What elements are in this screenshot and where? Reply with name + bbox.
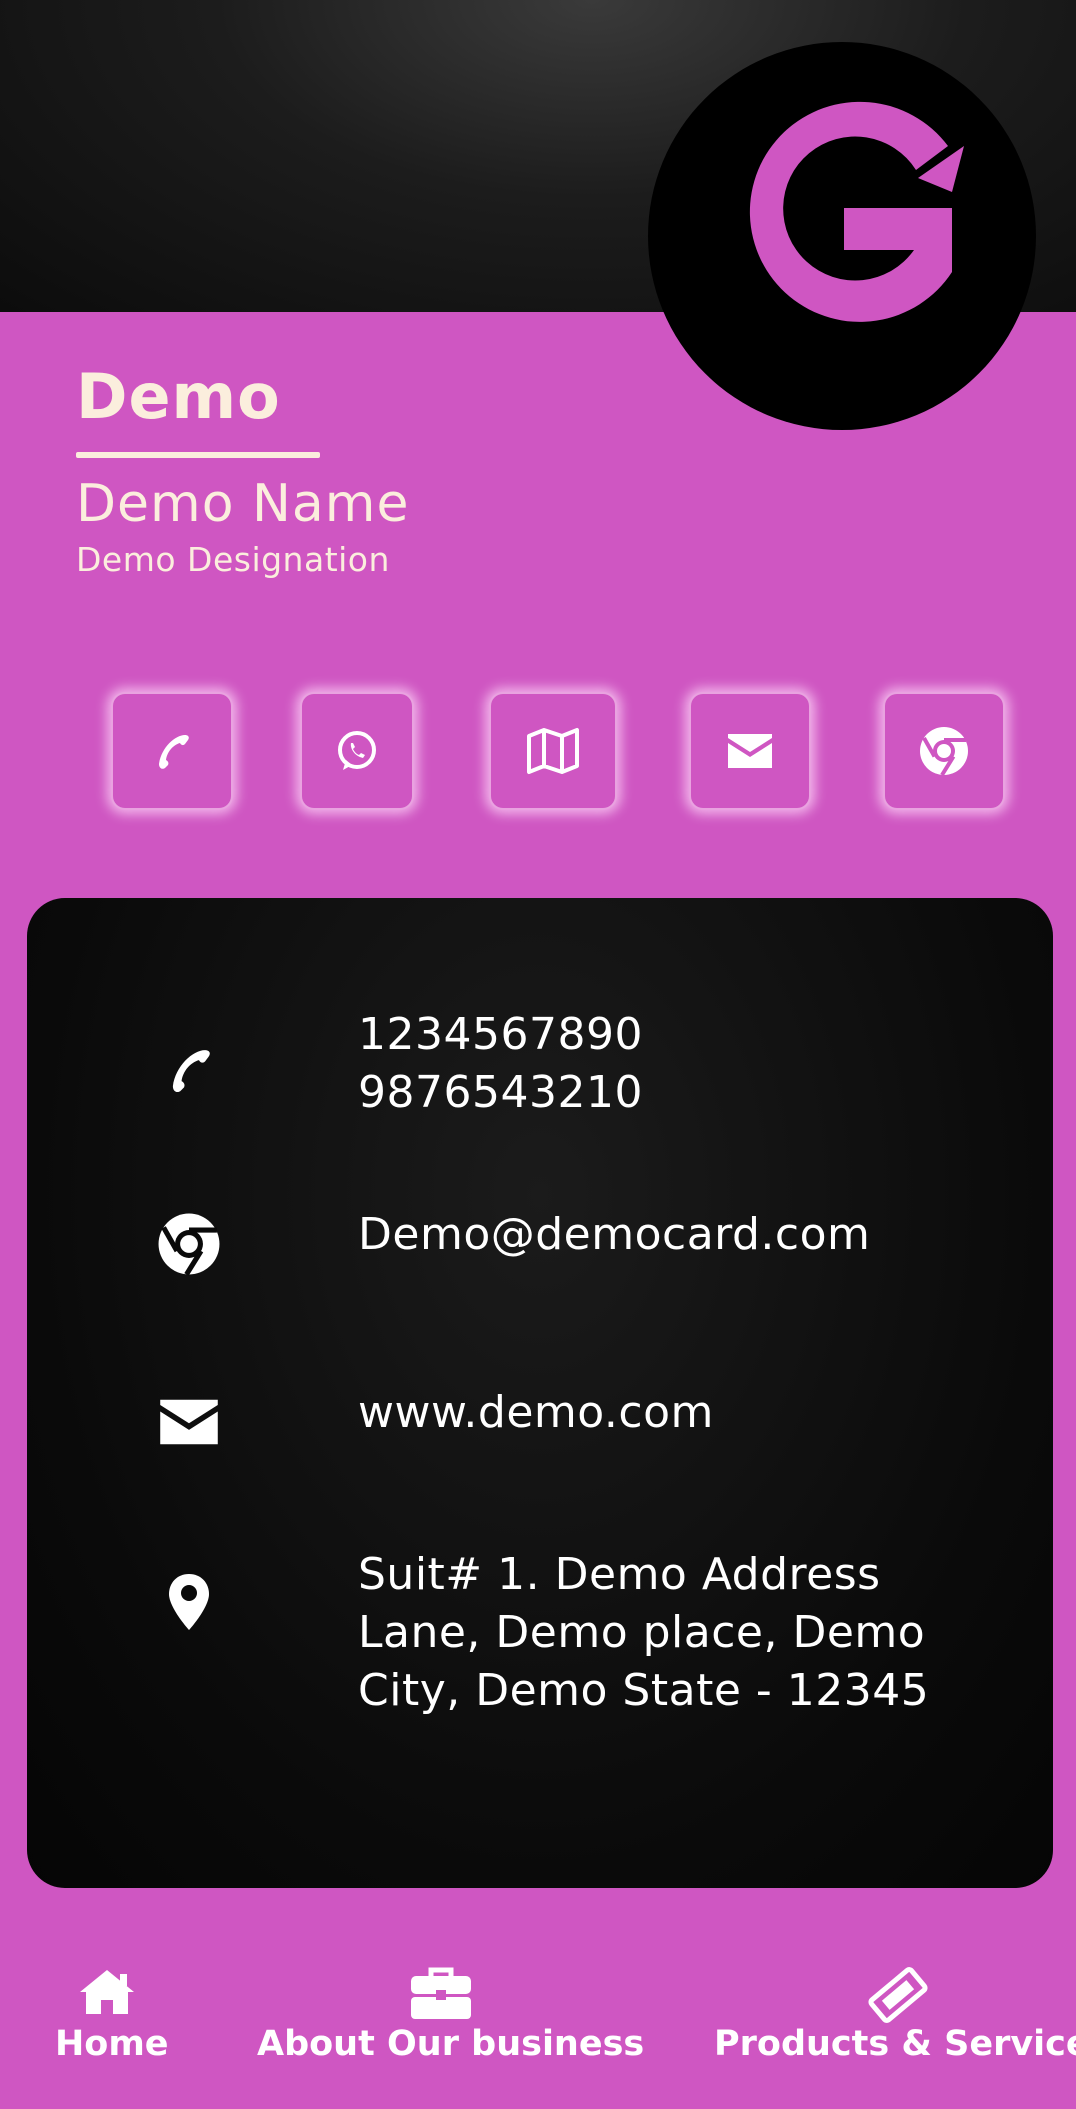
contact-email[interactable]: Demo@democard.com bbox=[358, 1206, 870, 1264]
chrome-icon bbox=[920, 727, 968, 777]
phone-icon bbox=[144, 1030, 234, 1110]
contact-address[interactable]: Suit# 1. Demo Address Lane, Demo place, … bbox=[358, 1546, 929, 1720]
ticket-icon[interactable] bbox=[866, 1966, 930, 2024]
call-button[interactable] bbox=[111, 692, 233, 810]
phone-numbers[interactable]: 1234567890 9876543210 bbox=[358, 1006, 643, 1122]
company-underline bbox=[76, 452, 320, 458]
g-logo-icon bbox=[749, 101, 964, 322]
chrome-icon bbox=[144, 1204, 234, 1284]
person-name: Demo Name bbox=[76, 474, 410, 534]
nav-products[interactable]: Products & Services bbox=[714, 2024, 1076, 2064]
location-pin-icon bbox=[149, 1562, 229, 1642]
phone-number[interactable]: 9876543210 bbox=[358, 1064, 643, 1122]
nav-home[interactable]: Home bbox=[55, 2024, 169, 2064]
contact-website[interactable]: www.demo.com bbox=[358, 1384, 714, 1442]
contact-card: 1234567890 9876543210 Demo@democard.com … bbox=[27, 898, 1053, 1888]
address-line: Suit# 1. Demo Address bbox=[358, 1549, 881, 1600]
phone-icon bbox=[159, 735, 189, 769]
envelope-icon bbox=[728, 734, 772, 768]
phone-number[interactable]: 1234567890 bbox=[358, 1006, 643, 1064]
person-designation: Demo Designation bbox=[76, 540, 390, 579]
briefcase-icon[interactable] bbox=[408, 1966, 474, 2022]
company-logo bbox=[648, 42, 1036, 430]
website-button[interactable] bbox=[883, 692, 1005, 810]
address-line: City, Demo State - 12345 bbox=[358, 1665, 930, 1716]
company-name: Demo bbox=[76, 360, 281, 433]
address-line: Lane, Demo place, Demo bbox=[358, 1607, 926, 1658]
page: Demo Demo Name Demo Designation 12345678… bbox=[0, 0, 1076, 2109]
nav-about[interactable]: About Our business bbox=[257, 2024, 644, 2064]
map-icon bbox=[527, 728, 579, 774]
whatsapp-icon bbox=[338, 731, 376, 770]
home-icon[interactable] bbox=[76, 1966, 138, 2018]
envelope-icon bbox=[144, 1382, 234, 1462]
whatsapp-button[interactable] bbox=[300, 692, 414, 810]
email-button[interactable] bbox=[689, 692, 811, 810]
map-button[interactable] bbox=[489, 692, 617, 810]
